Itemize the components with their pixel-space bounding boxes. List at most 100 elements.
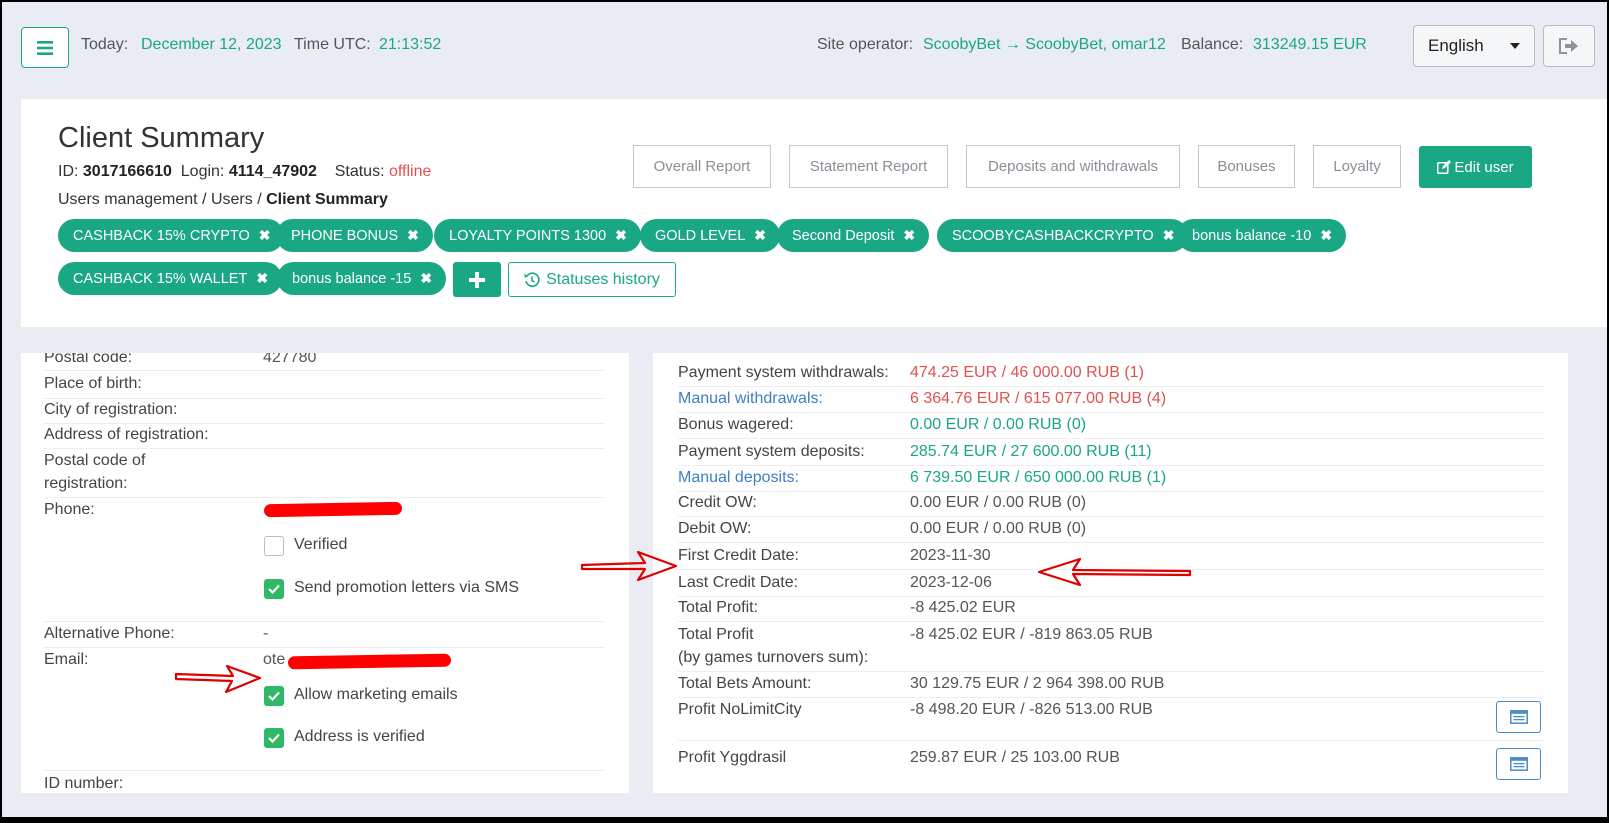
overall-report-button[interactable]: Overall Report	[633, 145, 771, 188]
menu-toggle-button[interactable]	[21, 27, 69, 68]
yggdrasil-details-button[interactable]	[1496, 748, 1541, 780]
email-value: ote	[263, 651, 286, 668]
remove-tag-icon[interactable]: ✖	[256, 270, 268, 287]
status-tag: bonus balance -10 ✖	[1177, 219, 1347, 252]
total-profit-label: Total Profit:	[678, 599, 759, 616]
alt-phone-value: -	[263, 625, 269, 642]
edit-user-label: Edit user	[1454, 158, 1514, 176]
login-label: Login:	[180, 163, 225, 180]
bonuses-button[interactable]: Bonuses	[1198, 145, 1295, 188]
divider	[44, 448, 604, 449]
statement-report-button[interactable]: Statement Report	[789, 145, 948, 188]
page-title: Client Summary	[58, 122, 265, 154]
tag-label: PHONE BONUS	[291, 227, 399, 244]
client-header: Client Summary ID: 3017166610 Login: 411…	[21, 99, 1607, 327]
divider	[678, 671, 1544, 672]
status-tag: Second Deposit ✖	[777, 219, 930, 252]
add-status-button[interactable]	[453, 262, 501, 297]
breadcrumb-users-management[interactable]: Users management	[58, 191, 198, 208]
manual-withdrawals-value: 6 364.76 EUR / 615 077.00 RUB (4)	[910, 390, 1167, 407]
city-of-registration-label: City of registration:	[44, 401, 178, 418]
tag-label: bonus balance -10	[1192, 227, 1312, 244]
id-label: ID:	[58, 163, 79, 180]
breadcrumb-users[interactable]: Users	[211, 191, 253, 208]
bonus-wagered-value: 0.00 EUR / 0.00 RUB (0)	[910, 416, 1087, 433]
manual-deposits-link[interactable]: Manual deposits:	[678, 469, 799, 487]
debit-ow-value: 0.00 EUR / 0.00 RUB (0)	[910, 520, 1087, 537]
remove-tag-icon[interactable]: ✖	[1163, 227, 1175, 244]
divider	[44, 647, 604, 648]
total-profit-value: -8 425.02 EUR	[910, 599, 1016, 616]
remove-tag-icon[interactable]: ✖	[407, 227, 419, 244]
divider	[678, 697, 1544, 698]
tag-label: CASHBACK 15% WALLET	[73, 270, 248, 287]
operator-label: Site operator:	[817, 36, 914, 53]
ps-withdrawals-value: 474.25 EUR / 46 000.00 RUB (1)	[910, 364, 1144, 381]
status-tag: CASHBACK 15% CRYPTO ✖	[58, 219, 285, 252]
tag-label: LOYALTY POINTS 1300	[449, 227, 607, 244]
remove-tag-icon[interactable]: ✖	[754, 227, 766, 244]
app-frame: Today: December 12, 2023 Time UTC: 21:13…	[2, 2, 1607, 817]
status-tag: PHONE BONUS ✖	[276, 219, 433, 252]
status-tag: CASHBACK 15% WALLET ✖	[58, 262, 283, 295]
postal-code-registration-label: Postal code of	[44, 452, 146, 469]
breadcrumb-separator: /	[252, 191, 267, 208]
edit-icon	[1437, 160, 1452, 174]
total-bets-label: Total Bets Amount:	[678, 675, 812, 692]
breadcrumb-current: Client Summary	[266, 191, 388, 208]
caret-down-icon	[1510, 43, 1520, 49]
hamburger-icon	[37, 40, 53, 55]
sms-promo-checkbox[interactable]	[264, 579, 284, 599]
edit-user-button[interactable]: Edit user	[1419, 146, 1532, 188]
checkmark-icon	[268, 691, 280, 701]
remove-tag-icon[interactable]: ✖	[1320, 227, 1332, 244]
total-profit-turnover-label: Total Profit	[678, 626, 754, 643]
last-credit-date-label: Last Credit Date:	[678, 574, 799, 591]
debit-ow-label: Debit OW:	[678, 520, 752, 537]
address-verified-checkbox[interactable]	[264, 728, 284, 748]
table-icon	[1509, 757, 1528, 771]
language-select[interactable]: English	[1413, 25, 1535, 67]
postal-code-value: 427780	[263, 353, 317, 366]
breadcrumb-separator: /	[197, 191, 211, 208]
remove-tag-icon[interactable]: ✖	[903, 227, 915, 244]
manual-withdrawals-link[interactable]: Manual withdrawals:	[678, 390, 823, 408]
credit-ow-label: Credit OW:	[678, 494, 757, 511]
email-label: Email:	[44, 651, 89, 668]
profit-yggdrasil-label: Profit Yggdrasil	[678, 749, 787, 766]
profit-nolimitcity-value: -8 498.20 EUR / -826 513.00 RUB	[910, 701, 1153, 718]
total-profit-turnover-value: -8 425.02 EUR / -819 863.05 RUB	[910, 626, 1153, 643]
time-value: 21:13:52	[379, 36, 442, 53]
phone-verified-label: Verified	[294, 536, 348, 553]
last-credit-date-value: 2023-12-06	[910, 574, 992, 591]
redaction-scribble	[287, 653, 452, 670]
marketing-emails-checkbox[interactable]	[264, 686, 284, 706]
sms-promo-label: Send promotion letters via SMS	[294, 579, 519, 596]
id-number-label: ID number:	[44, 775, 124, 792]
divider	[44, 497, 604, 498]
table-icon	[1509, 710, 1528, 724]
remove-tag-icon[interactable]: ✖	[259, 227, 271, 244]
divider	[44, 398, 604, 399]
postal-code-registration-label-line2: registration:	[44, 475, 128, 492]
balance-value: 313249.15 EUR	[1253, 36, 1367, 53]
deposits-withdrawals-button[interactable]: Deposits and withdrawals	[966, 145, 1180, 188]
breadcrumb: Users management / Users / Client Summar…	[58, 191, 388, 209]
operator-value: ScoobyBet → ScoobyBet, omar12	[923, 36, 1166, 53]
status-tag: bonus balance -15 ✖	[277, 262, 447, 295]
personal-info-panel: Postal code: 427780 Place of birth: City…	[21, 353, 629, 793]
statuses-history-button[interactable]: Statuses history	[508, 262, 676, 297]
today-value: December 12, 2023	[141, 36, 282, 53]
phone-verified-checkbox[interactable]	[264, 536, 284, 556]
remove-tag-icon[interactable]: ✖	[615, 227, 627, 244]
logout-button[interactable]	[1543, 25, 1595, 67]
plus-icon	[469, 271, 485, 288]
total-profit-turnover-label-line2: (by games turnovers sum):	[678, 649, 869, 666]
loyalty-button[interactable]: Loyalty	[1313, 145, 1401, 188]
nolimitcity-details-button[interactable]	[1496, 701, 1541, 733]
redaction-scribble	[263, 501, 403, 518]
history-icon	[524, 271, 540, 287]
credit-ow-value: 0.00 EUR / 0.00 RUB (0)	[910, 494, 1087, 511]
divider	[678, 465, 1544, 466]
remove-tag-icon[interactable]: ✖	[420, 270, 432, 287]
